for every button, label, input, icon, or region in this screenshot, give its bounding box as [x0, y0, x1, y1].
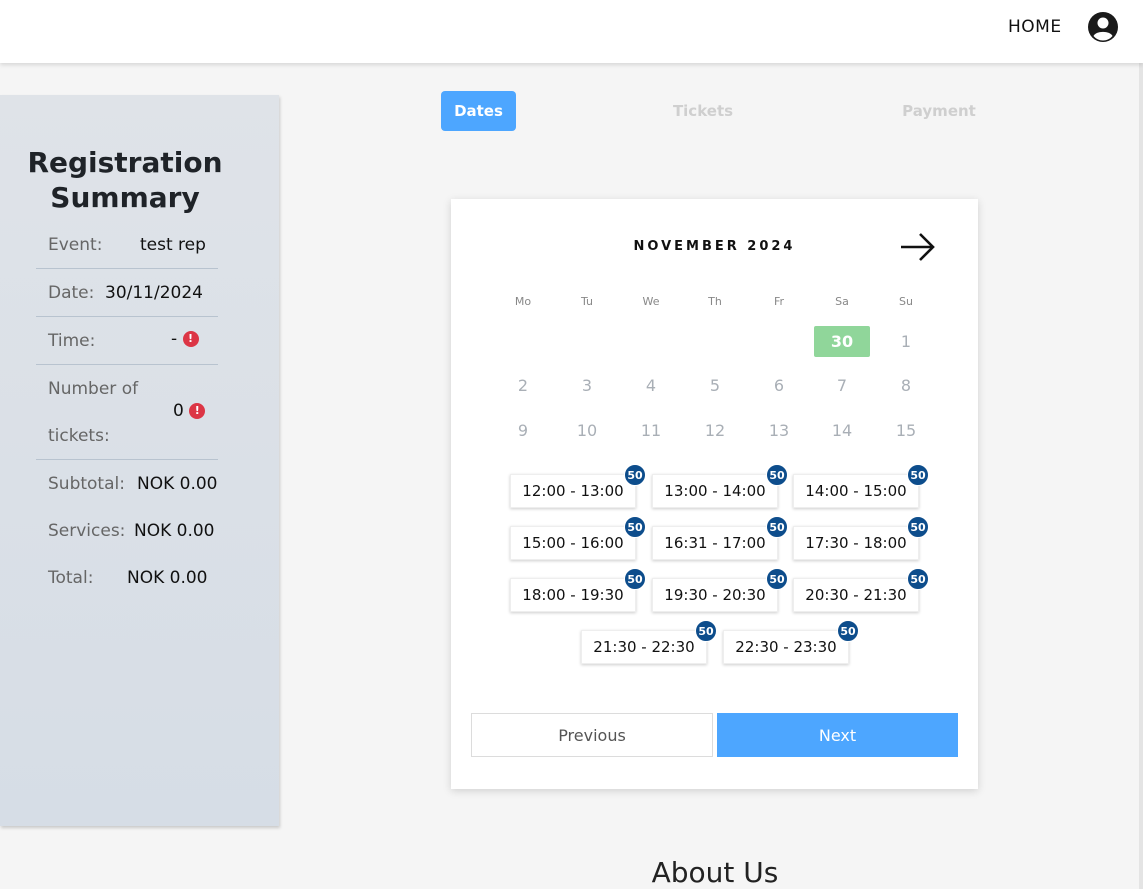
- weekday-label: We: [642, 295, 660, 308]
- time-slot-button[interactable]: 16:31 - 17:00 50: [652, 516, 788, 560]
- summary-date-row: Date: 30/11/2024: [36, 269, 218, 317]
- calendar-day-selected[interactable]: 30: [814, 326, 870, 357]
- calendar-day[interactable]: 11: [623, 415, 679, 446]
- time-value-text: -: [171, 329, 178, 349]
- calendar-day[interactable]: 4: [623, 370, 679, 401]
- calendar-day[interactable]: 6: [751, 370, 807, 401]
- time-slot-label: 19:30 - 20:30: [664, 586, 766, 604]
- previous-button[interactable]: Previous: [471, 713, 713, 757]
- time-slot-button[interactable]: 18:00 - 19:30 50: [510, 568, 646, 612]
- time-slot-label: 13:00 - 14:00: [664, 482, 766, 500]
- calendar-day[interactable]: 15: [878, 415, 934, 446]
- calendar-day[interactable]: 7: [814, 370, 870, 401]
- step-tickets[interactable]: Tickets: [665, 91, 741, 131]
- time-slot-label: 12:00 - 13:00: [522, 482, 624, 500]
- time-slot-label: 18:00 - 19:30: [522, 586, 624, 604]
- weekday-label: Mo: [514, 295, 532, 308]
- time-slot-button[interactable]: 19:30 - 20:30 50: [652, 568, 788, 612]
- weekday-label: Tu: [580, 295, 594, 308]
- tickets-label-line2: tickets:: [48, 426, 110, 446]
- calendar-card: NOVEMBER 2024 Mo Tu We Th Fr Sa Su 30 1 …: [451, 199, 978, 789]
- calendar-day[interactable]: 10: [559, 415, 615, 446]
- calendar-day[interactable]: 14: [814, 415, 870, 446]
- about-us-heading: About Us: [651, 856, 779, 889]
- availability-badge: 50: [907, 464, 929, 486]
- top-navbar: HOME: [0, 0, 1143, 63]
- availability-badge: 50: [766, 464, 788, 486]
- services-label: Services:: [48, 521, 126, 541]
- time-slot-button[interactable]: 12:00 - 13:00 50: [510, 464, 646, 508]
- time-slot-button[interactable]: 13:00 - 14:00 50: [652, 464, 788, 508]
- services-value: NOK 0.00: [134, 521, 215, 541]
- time-slot-label: 17:30 - 18:00: [805, 534, 907, 552]
- scrollbar[interactable]: [1139, 63, 1143, 889]
- weekday-label: Sa: [835, 295, 849, 308]
- home-link[interactable]: HOME: [1008, 17, 1062, 37]
- calendar-day[interactable]: 9: [495, 415, 551, 446]
- summary-total-row: Total: NOK 0.00: [36, 554, 218, 601]
- arrow-right-icon[interactable]: [898, 229, 938, 265]
- event-value: test rep: [140, 235, 206, 255]
- total-label: Total:: [48, 568, 94, 588]
- time-slot-label: 16:31 - 17:00: [664, 534, 766, 552]
- tickets-value: 0 !: [173, 401, 206, 421]
- time-slot-button[interactable]: 14:00 - 15:00 50: [793, 464, 929, 508]
- calendar-day[interactable]: 1: [878, 326, 934, 357]
- summary-title: Registration Summary: [27, 146, 223, 214]
- summary-services-row: Services: NOK 0.00: [36, 507, 218, 554]
- time-slot-label: 21:30 - 22:30: [593, 638, 695, 656]
- subtotal-value: NOK 0.00: [137, 474, 218, 494]
- weekday-label: Su: [899, 295, 913, 308]
- next-button[interactable]: Next: [717, 713, 958, 757]
- availability-badge: 50: [695, 620, 717, 642]
- time-slot-label: 22:30 - 23:30: [735, 638, 837, 656]
- step-dates[interactable]: Dates: [441, 91, 516, 131]
- event-label: Event:: [48, 235, 103, 255]
- availability-badge: 50: [624, 516, 646, 538]
- summary-tickets-row: Number of tickets: 0 !: [36, 365, 218, 460]
- date-value: 30/11/2024: [105, 283, 203, 303]
- time-warning-icon: !: [182, 331, 199, 347]
- time-slot-button[interactable]: 22:30 - 23:30 50: [723, 620, 859, 664]
- availability-badge: 50: [907, 568, 929, 590]
- time-slot-button[interactable]: 15:00 - 16:00 50: [510, 516, 646, 560]
- calendar-day[interactable]: 5: [687, 370, 743, 401]
- tickets-warning-icon: !: [189, 403, 206, 419]
- time-slot-label: 15:00 - 16:00: [522, 534, 624, 552]
- tickets-label-line1: Number of: [48, 379, 139, 399]
- calendar-day[interactable]: 13: [751, 415, 807, 446]
- tickets-value-text: 0: [173, 401, 184, 421]
- summary-subtotal-row: Subtotal: NOK 0.00: [36, 460, 218, 507]
- weekday-label: Th: [708, 295, 722, 308]
- calendar-day[interactable]: 12: [687, 415, 743, 446]
- calendar-day[interactable]: 3: [559, 370, 615, 401]
- summary-event-row: Event: test rep: [36, 230, 218, 269]
- step-payment[interactable]: Payment: [900, 91, 978, 131]
- availability-badge: 50: [766, 516, 788, 538]
- availability-badge: 50: [907, 516, 929, 538]
- weekday-label: Fr: [773, 295, 785, 308]
- time-label: Time:: [48, 331, 96, 351]
- time-slot-button[interactable]: 20:30 - 21:30 50: [793, 568, 929, 612]
- subtotal-label: Subtotal:: [48, 474, 125, 494]
- availability-badge: 50: [837, 620, 859, 642]
- time-slot-label: 14:00 - 15:00: [805, 482, 907, 500]
- registration-summary-panel: Registration Summary Event: test rep Dat…: [0, 95, 279, 826]
- account-icon[interactable]: [1087, 11, 1119, 43]
- total-value: NOK 0.00: [127, 568, 208, 588]
- availability-badge: 50: [624, 464, 646, 486]
- calendar-day[interactable]: 8: [878, 370, 934, 401]
- time-slot-label: 20:30 - 21:30: [805, 586, 907, 604]
- availability-badge: 50: [766, 568, 788, 590]
- date-label: Date:: [48, 283, 95, 303]
- time-slot-button[interactable]: 17:30 - 18:00 50: [793, 516, 929, 560]
- availability-badge: 50: [624, 568, 646, 590]
- calendar-day[interactable]: 2: [495, 370, 551, 401]
- summary-time-row: Time: - !: [36, 317, 218, 365]
- time-slot-button[interactable]: 21:30 - 22:30 50: [581, 620, 717, 664]
- time-value: - !: [171, 329, 199, 349]
